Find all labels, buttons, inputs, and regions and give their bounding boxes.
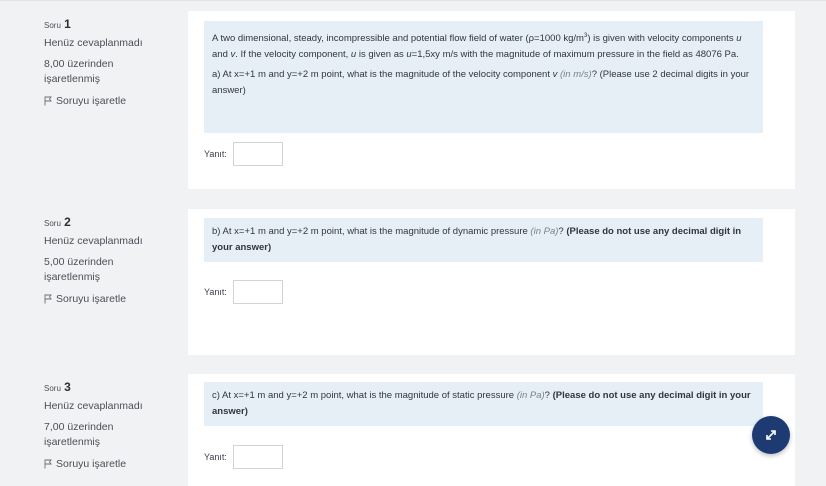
question-status: Henüz cevaplanmadı <box>44 37 143 49</box>
flag-question-link[interactable]: Soruyu işaretle <box>44 293 179 305</box>
flag-icon <box>44 459 52 469</box>
prompt-text: A two dimensional, steady, incompressibl… <box>212 33 584 45</box>
flag-question-link[interactable]: Soruyu işaretle <box>44 458 179 470</box>
answer-input[interactable] <box>232 142 283 166</box>
answer-input[interactable] <box>232 280 283 304</box>
question-label: Soru <box>44 219 61 228</box>
prompt-paragraph-2: a) At x=+1 m and y=+2 m point, what is t… <box>212 67 755 98</box>
prompt-text: b) At x=+1 m and y=+2 m point, what is t… <box>212 226 531 237</box>
question-number-value: 3 <box>64 380 71 394</box>
question-prompt: c) At x=+1 m and y=+2 m point, what is t… <box>204 382 763 426</box>
expand-button[interactable] <box>752 416 790 454</box>
prompt-text: ? <box>544 390 553 401</box>
question-card-1: A two dimensional, steady, incompressibl… <box>188 11 795 189</box>
question-card-2: b) At x=+1 m and y=+2 m point, what is t… <box>188 209 795 355</box>
grade-line-2: işaretlenmiş <box>44 271 101 283</box>
flag-label: Soruyu işaretle <box>56 95 127 107</box>
grade-line-2: işaretlenmiş <box>44 436 101 448</box>
question-grade: 5,00 üzerinden işaretlenmiş <box>44 255 179 285</box>
flag-question-link[interactable]: Soruyu işaretle <box>44 95 179 107</box>
question-label: Soru <box>44 384 61 393</box>
flag-icon <box>44 96 52 106</box>
question-card-3: c) At x=+1 m and y=+2 m point, what is t… <box>188 374 795 486</box>
prompt-text: . If the velocity component, <box>235 48 351 60</box>
question-label: Soru <box>44 21 61 30</box>
prompt-variable: v <box>552 69 558 81</box>
question-number-value: 1 <box>64 17 71 31</box>
question-info: Soru 2 Henüz cevaplanmadı 5,00 üzerinden… <box>44 215 179 305</box>
prompt-text: ) is given with velocity components <box>587 33 737 45</box>
question-number: Soru 3 <box>44 380 179 394</box>
flag-label: Soruyu işaretle <box>56 293 127 305</box>
answer-row: Yanıt: <box>204 142 283 166</box>
prompt-text: =1,5xy m/s with the magnitude of maximum… <box>411 48 739 60</box>
prompt-unit: (in Pa) <box>530 226 559 237</box>
flag-icon <box>44 294 52 304</box>
question-number-value: 2 <box>64 215 71 229</box>
answer-label: Yanıt: <box>204 452 227 462</box>
prompt-text: c) At x=+1 m and y=+2 m point, what is t… <box>212 390 517 401</box>
prompt-text: a) At x=+1 m and y=+2 m point, what is t… <box>212 69 553 81</box>
prompt-paragraph: b) At x=+1 m and y=+2 m point, what is t… <box>212 224 755 255</box>
question-prompt: b) At x=+1 m and y=+2 m point, what is t… <box>204 218 763 262</box>
answer-label: Yanıt: <box>204 149 227 159</box>
question-info: Soru 3 Henüz cevaplanmadı 7,00 üzerinden… <box>44 380 179 470</box>
answer-row: Yanıt: <box>204 280 283 304</box>
question-number: Soru 1 <box>44 17 179 31</box>
grade-line-1: 8,00 üzerinden <box>44 58 114 70</box>
prompt-text: and <box>212 48 231 60</box>
question-info: Soru 1 Henüz cevaplanmadı 8,00 üzerinden… <box>44 17 179 107</box>
question-grade: 7,00 üzerinden işaretlenmiş <box>44 420 179 450</box>
question-status: Henüz cevaplanmadı <box>44 400 143 412</box>
answer-input[interactable] <box>232 445 283 469</box>
prompt-text: is given as <box>356 48 407 60</box>
prompt-paragraph-1: A two dimensional, steady, incompressibl… <box>212 29 755 62</box>
prompt-unit: (in Pa) <box>516 390 545 401</box>
question-number: Soru 2 <box>44 215 179 229</box>
grade-line-2: işaretlenmiş <box>44 73 101 85</box>
expand-arrows-icon <box>766 430 776 440</box>
prompt-variable: u <box>736 33 742 45</box>
flag-label: Soruyu işaretle <box>56 458 127 470</box>
question-status: Henüz cevaplanmadı <box>44 235 143 247</box>
grade-line-1: 7,00 üzerinden <box>44 421 114 433</box>
answer-row: Yanıt: <box>204 445 283 469</box>
top-divider <box>0 0 826 1</box>
question-grade: 8,00 üzerinden işaretlenmiş <box>44 57 179 87</box>
prompt-unit: (in m/s) <box>560 69 592 81</box>
question-prompt: A two dimensional, steady, incompressibl… <box>204 21 763 133</box>
prompt-paragraph: c) At x=+1 m and y=+2 m point, what is t… <box>212 388 755 419</box>
grade-line-1: 5,00 üzerinden <box>44 256 114 268</box>
answer-label: Yanıt: <box>204 287 227 297</box>
